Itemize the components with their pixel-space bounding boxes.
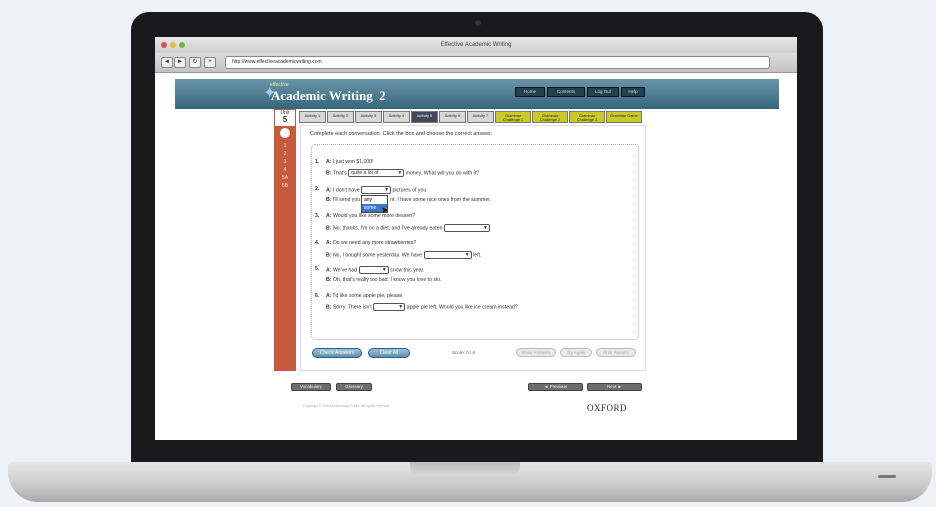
q4-line-a: A: Do we need any more strawberries? <box>326 240 417 246</box>
sidebar-item-5a[interactable]: 5A <box>274 175 296 181</box>
tab-grammar-challenge-2[interactable]: Grammar Challenge 2 <box>532 111 568 123</box>
dropdown-option[interactable]: any <box>362 196 387 204</box>
unit-indicator: Unit 5 <box>275 110 295 126</box>
tab-activity-3[interactable]: Activity 3 <box>355 111 382 123</box>
back-icon[interactable]: ◄ <box>161 57 173 68</box>
q6-line-a: A: I'd like some apple pie, please. <box>326 293 404 299</box>
q6-line-b: B: Sorry. There isn't ▼ apple pie left. … <box>326 303 518 311</box>
add-tab-icon[interactable]: + <box>204 57 216 68</box>
tab-grammar-game[interactable]: Grammar Game <box>606 111 642 123</box>
laptop-notch <box>410 462 520 476</box>
tab-activity-7[interactable]: Activity 7 <box>467 111 494 123</box>
q2-line-a: A: I don't have ▼ pictures of you. <box>326 186 428 194</box>
tab-activity-1[interactable]: Activity 1 <box>299 111 326 123</box>
answer-select[interactable]: ▼ <box>358 266 389 274</box>
clear-all-button[interactable]: Clear All <box>368 348 410 358</box>
answer-select[interactable]: ▼ <box>373 303 406 311</box>
answer-select[interactable]: ▼ <box>361 186 392 194</box>
address-bar[interactable]: http://www.effectiveacademicwriting.com <box>225 56 770 69</box>
activity-tabs: Activity 1 Activity 2 Activity 3 Activit… <box>299 111 642 123</box>
unit-nav-icon[interactable] <box>280 128 290 138</box>
next-button[interactable]: Next ► <box>587 383 642 391</box>
sidebar-item-5b[interactable]: 5B <box>274 183 296 189</box>
sidebar-item-1[interactable]: 1 <box>274 143 296 149</box>
browser-toolbar: ◄ ► ↻ + http://www.effectiveacademicwrit… <box>155 53 797 73</box>
print-results-button[interactable]: Print Results <box>596 348 636 357</box>
q3-line-a: A: Would you like some more dessert? <box>326 213 416 219</box>
show-answers-button[interactable]: Show Answers <box>516 348 556 357</box>
home-button[interactable]: Home <box>515 87 545 97</box>
reload-icon[interactable]: ↻ <box>189 57 201 68</box>
glossary-button[interactable]: Glossary <box>336 383 372 391</box>
answer-select[interactable]: quite a lot of ▼ <box>348 169 405 177</box>
q1-line-b: B: That's quite a lot of ▼ money. What wi… <box>326 169 480 177</box>
oxford-logo: OXFORD <box>587 403 628 413</box>
logout-button[interactable]: Log Out <box>587 87 619 97</box>
answer-select[interactable]: ▼ <box>423 251 472 259</box>
screen: Effective Academic Writing ◄ ► ↻ + http:… <box>155 37 797 440</box>
question-number: 4. <box>315 240 320 246</box>
window-title: Effective Academic Writing <box>155 37 797 53</box>
camera <box>475 20 481 26</box>
help-button[interactable]: Help <box>621 87 645 97</box>
q2-line-b: B: I'll send you nt. I have some nice one… <box>326 197 492 203</box>
answer-select[interactable]: ▼ <box>443 224 490 232</box>
question-number: 5. <box>315 266 320 272</box>
try-again-button[interactable]: Try Again <box>560 348 592 357</box>
q4-line-b: B: No, I bought some yesterday. We have … <box>326 251 482 259</box>
check-answers-button[interactable]: Check Answers <box>312 348 362 358</box>
tab-activity-6[interactable]: Activity 6 <box>439 111 466 123</box>
q1-line-a: A: I just won $1,000! <box>326 159 374 165</box>
tab-grammar-challenge-3[interactable]: Grammar Challenge 3 <box>569 111 605 123</box>
question-number: 2. <box>315 186 320 192</box>
previous-button[interactable]: ◄ Previous <box>528 383 583 391</box>
tab-activity-5[interactable]: Activity 5 <box>411 111 438 123</box>
q3-line-b: B: No, thanks. I'm on a diet, and I've a… <box>326 224 490 232</box>
copyright-text: Copyright © Oxford University Press. All… <box>303 404 390 408</box>
forward-icon[interactable]: ► <box>174 57 186 68</box>
question-number: 1. <box>315 159 320 165</box>
app-header: ✦ effective Academic Writing 2 Home Cont… <box>175 79 779 109</box>
tab-activity-4[interactable]: Activity 4 <box>383 111 410 123</box>
sidebar-item-2[interactable]: 2 <box>274 151 296 157</box>
tab-activity-2[interactable]: Activity 2 <box>327 111 354 123</box>
tab-grammar-challenge-1[interactable]: Grammar Challenge 1 <box>495 111 531 123</box>
close-dot[interactable] <box>161 42 167 48</box>
minimize-dot[interactable] <box>170 42 176 48</box>
q5-line-a: A: We've had ▼ snow this year. <box>326 266 425 274</box>
vocabulary-button[interactable]: Vocabulary <box>291 383 331 391</box>
question-number: 6. <box>315 293 320 299</box>
zoom-dot[interactable] <box>179 42 185 48</box>
sidebar-item-3[interactable]: 3 <box>274 159 296 165</box>
question-number: 3. <box>315 213 320 219</box>
contents-button[interactable]: Contents <box>547 87 585 97</box>
instructions: Complete each conversation. Click the bo… <box>310 131 493 137</box>
status-led <box>878 475 896 478</box>
q5-line-b: B: Oh, that's really too bad. I know you… <box>326 277 442 283</box>
score-display: Score: 0 / 6 <box>452 350 476 355</box>
sidebar-item-4[interactable]: 4 <box>274 167 296 173</box>
app-logo: Academic Writing 2 <box>271 88 386 103</box>
